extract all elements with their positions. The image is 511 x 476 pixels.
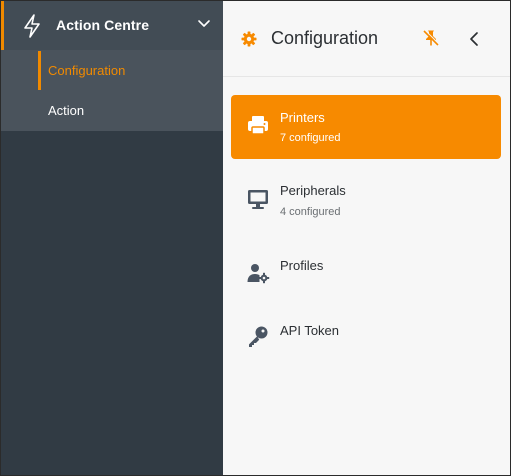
sidebar-submenu: Configuration Action bbox=[1, 50, 223, 131]
users-gear-icon bbox=[247, 264, 270, 284]
app-frame: Action Centre Configuration Action Confi… bbox=[0, 0, 511, 476]
menu-item-name: API Token bbox=[280, 323, 340, 338]
page-title: Configuration bbox=[271, 28, 379, 48]
sidebar-item-label: Action bbox=[48, 103, 85, 118]
active-section-indicator bbox=[1, 1, 4, 50]
sidebar-item-label: Configuration bbox=[48, 63, 126, 78]
active-item-indicator bbox=[38, 51, 41, 90]
menu-item-api-token[interactable]: API Token bbox=[231, 306, 501, 370]
menu-item-count: 4 configured bbox=[280, 206, 341, 218]
menu-item-peripherals[interactable]: Peripherals 4 configured bbox=[231, 169, 501, 233]
configuration-panel: Configuration Printers 7 configured Peri… bbox=[223, 1, 510, 475]
menu-item-count: 7 configured bbox=[280, 132, 341, 144]
sidebar-item-action[interactable]: Action bbox=[1, 90, 223, 130]
sidebar: Action Centre Configuration Action bbox=[1, 1, 223, 475]
key-icon bbox=[249, 326, 268, 347]
menu-item-profiles[interactable]: Profiles bbox=[231, 241, 501, 305]
chevron-down-icon[interactable] bbox=[197, 19, 211, 29]
menu-item-printers[interactable]: Printers 7 configured bbox=[231, 95, 501, 159]
lightning-icon bbox=[24, 14, 40, 38]
printer-icon bbox=[248, 116, 268, 135]
gear-icon bbox=[241, 31, 257, 47]
sidebar-section-action-centre[interactable]: Action Centre bbox=[1, 1, 223, 50]
menu-item-name: Profiles bbox=[280, 258, 324, 273]
panel-header: Configuration bbox=[223, 1, 510, 77]
section-title: Action Centre bbox=[56, 17, 150, 33]
menu-item-name: Printers bbox=[280, 110, 325, 125]
chevron-left-icon[interactable] bbox=[468, 31, 480, 47]
sidebar-item-configuration[interactable]: Configuration bbox=[1, 50, 223, 90]
monitor-icon bbox=[248, 190, 268, 209]
unpin-icon[interactable] bbox=[422, 29, 440, 47]
menu-item-name: Peripherals bbox=[280, 183, 346, 198]
